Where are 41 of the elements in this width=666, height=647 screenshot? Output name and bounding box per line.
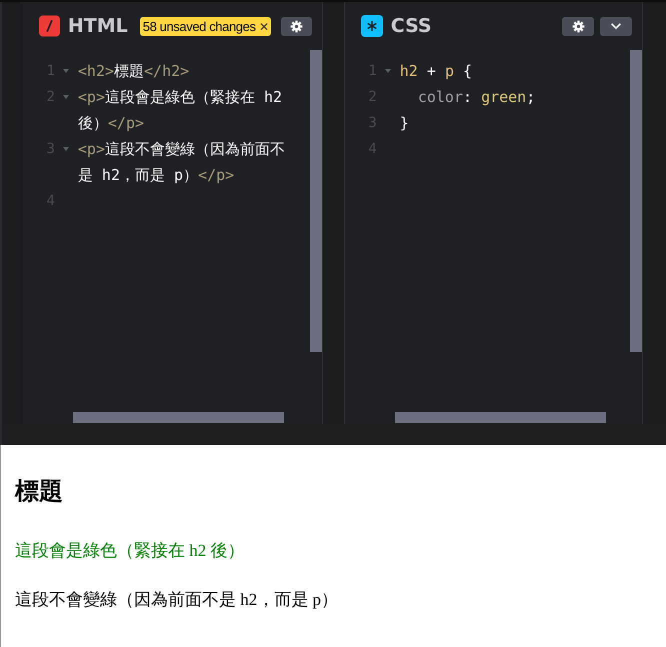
vertical-scrollbar[interactable] xyxy=(630,50,642,352)
unsaved-changes-badge[interactable]: 58 unsaved changes ✕ xyxy=(140,16,272,36)
code-token: 標題 xyxy=(114,62,144,80)
asterisk-logo-icon xyxy=(360,15,383,37)
horizontal-scrollbar[interactable] xyxy=(394,412,606,424)
code-token: 後） xyxy=(78,114,108,132)
horizontal-scrollbar[interactable] xyxy=(72,412,284,424)
preview-paragraph: 這段不會變綠（因為前面不是 h2，而是 p） xyxy=(15,589,339,611)
settings-icon xyxy=(290,20,304,32)
fold-arrow-icon[interactable] xyxy=(62,93,70,101)
settings-button[interactable] xyxy=(562,16,594,36)
code-token: ; xyxy=(526,88,536,106)
code-token: 這段不會變綠（因為前面不 xyxy=(104,140,285,158)
code-token: : xyxy=(463,88,474,106)
editor-title: HTML xyxy=(68,15,128,37)
code-token: <p> xyxy=(78,88,105,106)
code-token: <h2> xyxy=(78,62,114,80)
preview-paragraph: 這段會是綠色（緊接在 h2 後） xyxy=(15,540,246,562)
fold-arrow-icon[interactable] xyxy=(384,67,392,75)
code-token: 這段會是綠色（緊接在 h2 xyxy=(104,88,282,106)
collapse-button[interactable] xyxy=(600,16,632,36)
code-token: <p> xyxy=(78,140,105,158)
settings-icon xyxy=(572,20,585,32)
code-token: p xyxy=(444,62,454,80)
code-token: { xyxy=(462,62,472,80)
code-token: + xyxy=(426,62,437,80)
code-token: 是 h2，而是 p） xyxy=(78,166,198,184)
settings-button[interactable] xyxy=(281,16,312,36)
code-token: </p> xyxy=(198,166,234,184)
code-token: </h2> xyxy=(144,62,190,80)
code-token: h2 xyxy=(400,62,418,80)
fold-arrow-icon[interactable] xyxy=(62,67,70,75)
code-token: color xyxy=(418,88,463,106)
code-token: } xyxy=(400,114,409,132)
vertical-scrollbar[interactable] xyxy=(310,50,322,352)
fold-arrow-icon[interactable] xyxy=(62,145,70,153)
code-token: </p> xyxy=(108,114,144,132)
code-token: green xyxy=(481,88,526,106)
slash-logo-icon xyxy=(38,15,60,37)
editor-title: CSS xyxy=(390,15,432,37)
preview-heading: 標題 xyxy=(15,476,64,507)
